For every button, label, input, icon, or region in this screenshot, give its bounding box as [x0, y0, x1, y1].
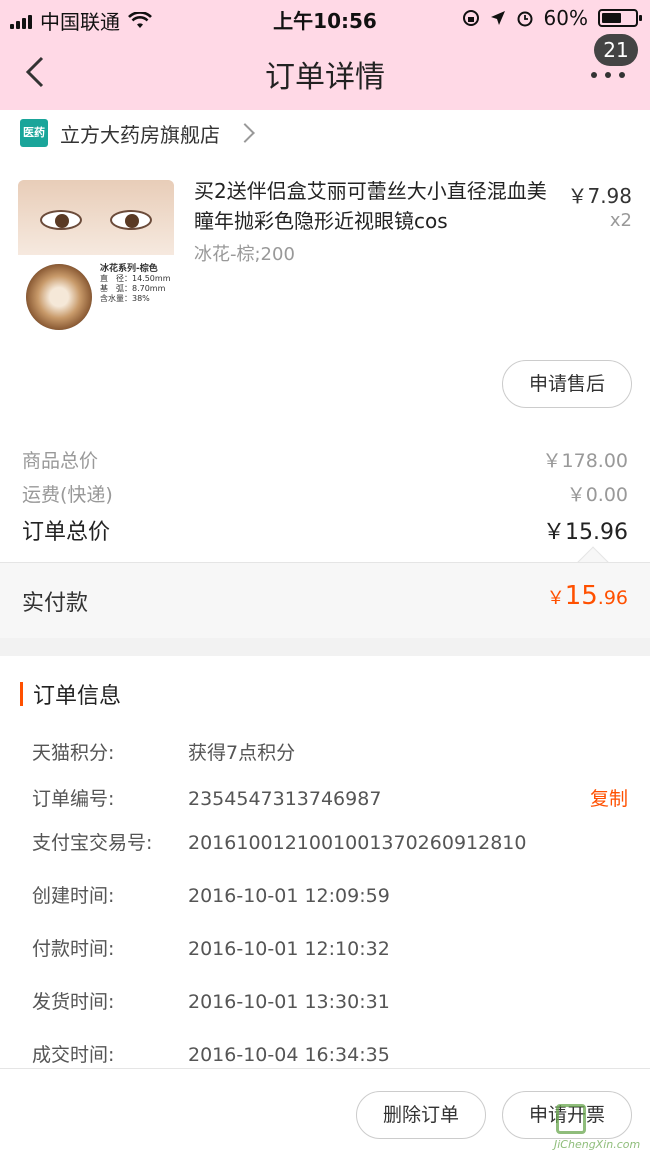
paid-value: ￥15.96 [546, 581, 628, 611]
store-logo: 医药 [20, 119, 48, 147]
info-row-order-number: 订单编号: 2354547313746987 [32, 788, 382, 810]
copy-button[interactable]: 复制 [590, 784, 628, 811]
product-thumbnail[interactable]: 冰花系列-棕色 直 径：14.50mm 基 弧：8.70mm 含水量：38% [18, 180, 174, 336]
info-row-paid: 付款时间: 2016-10-01 12:10:32 [32, 938, 390, 960]
product-spec: 冰花-棕;200 [194, 244, 295, 265]
info-row-completed: 成交时间: 2016-10-04 16:34:35 [32, 1044, 390, 1066]
goods-total-value: ￥178.00 [542, 450, 628, 472]
shipping-row: 运费(快递) ￥0.00 [22, 480, 628, 507]
eyes-image [18, 180, 174, 255]
battery-fill [602, 13, 622, 23]
chevron-right-icon [235, 123, 255, 143]
notification-badge: 21 [594, 34, 638, 66]
product-price: ￥7.98 [567, 184, 632, 208]
watermark-icon [556, 1104, 586, 1134]
page-title: 订单详情 [265, 60, 385, 95]
top-bar: 中国联通 上午10:56 60% 订单详情 21 [0, 0, 650, 110]
price-summary: 商品总价 ￥178.00 运费(快递) ￥0.00 订单总价 ￥15.96 [0, 440, 650, 578]
battery-icon [598, 9, 642, 27]
alarm-icon [517, 11, 533, 27]
location-icon [490, 11, 505, 25]
lens-spec-text: 冰花系列-棕色 直 径：14.50mm 基 弧：8.70mm 含水量：38% [100, 264, 171, 303]
battery-percent: 60% [543, 6, 588, 30]
orientation-lock-icon [462, 10, 479, 26]
watermark-url: JiChengXin.com [554, 1138, 641, 1151]
status-bar: 中国联通 上午10:56 60% [0, 0, 650, 36]
watermark-logo: JiChengXin.com [526, 1104, 646, 1154]
order-total-label: 订单总价 [22, 520, 111, 545]
info-row-created: 创建时间: 2016-10-01 12:09:59 [32, 885, 390, 907]
after-sale-button[interactable]: 申请售后 [502, 360, 632, 408]
info-row-alipay-number: 支付宝交易号: 2016100121001001370260912810 [32, 832, 527, 854]
product-quantity: x2 [609, 210, 632, 231]
product-title[interactable]: 买2送伴侣盒艾丽可蕾丝大小直径混血美瞳年抛彩色隐形近视眼镜cos [194, 176, 554, 236]
shipping-label: 运费(快递) [22, 484, 113, 506]
delete-order-button[interactable]: 删除订单 [356, 1091, 486, 1139]
info-row-points: 天猫积分: 获得7点积分 [32, 742, 296, 764]
order-total-value: ￥15.96 [543, 520, 628, 545]
order-info-title: 订单信息 [33, 684, 122, 709]
order-info-section: 订单信息 天猫积分: 获得7点积分 订单编号: 2354547313746987 复… [0, 656, 650, 1068]
info-row-shipped: 发货时间: 2016-10-01 13:30:31 [32, 991, 390, 1013]
store-name: 立方大药房旗舰店 [60, 122, 220, 147]
lens-image [26, 264, 92, 330]
accent-bar [20, 682, 23, 706]
goods-total-row: 商品总价 ￥178.00 [22, 446, 628, 473]
goods-total-label: 商品总价 [22, 450, 99, 472]
paid-amount-row: 实付款 ￥15.96 [0, 562, 650, 638]
order-total-row: 订单总价 ￥15.96 [22, 514, 628, 546]
store-link[interactable]: 医药 立方大药房旗舰店 [20, 118, 255, 148]
order-info-header: 订单信息 [20, 678, 121, 710]
product-card: 医药 立方大药房旗舰店 冰花系列-棕色 直 径：14.50mm 基 弧：8.70… [0, 110, 650, 440]
paid-label: 实付款 [22, 591, 89, 616]
shipping-value: ￥0.00 [566, 484, 628, 506]
